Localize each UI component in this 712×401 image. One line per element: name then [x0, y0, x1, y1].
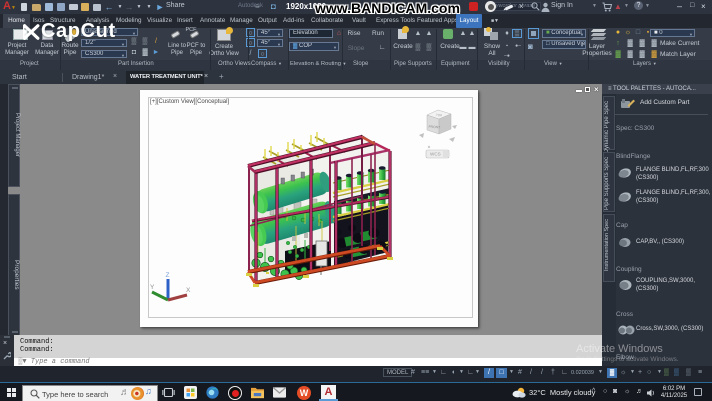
svg-text:FRONT: FRONT [428, 125, 440, 130]
svg-text:WCS: WCS [430, 152, 441, 157]
svg-text:X: X [186, 287, 191, 294]
svg-text:TOP: TOP [436, 113, 443, 118]
svg-text:Z: Z [166, 272, 170, 279]
svg-text:Y: Y [150, 284, 155, 291]
